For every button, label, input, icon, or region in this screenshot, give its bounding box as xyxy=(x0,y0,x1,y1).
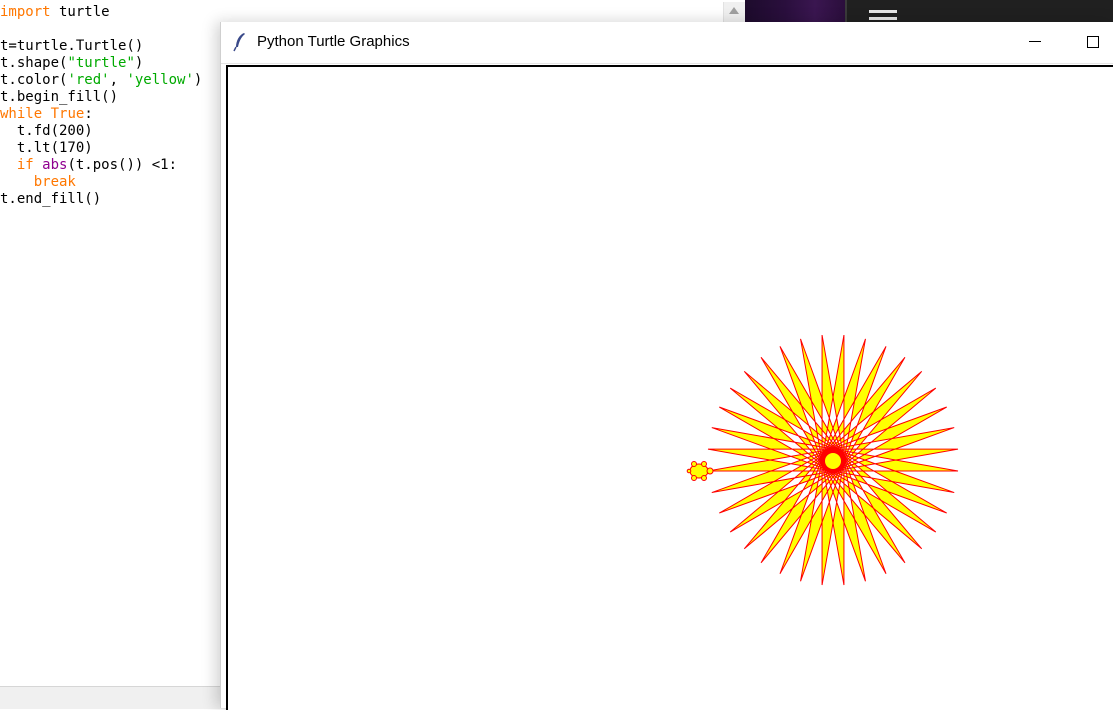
scroll-up-icon[interactable] xyxy=(729,7,739,14)
turtle-cursor-icon xyxy=(686,461,714,481)
code-line: while True: xyxy=(0,106,93,122)
background-window xyxy=(845,0,1113,22)
title-bar[interactable]: Python Turtle Graphics xyxy=(221,22,1113,64)
desktop-background xyxy=(745,0,845,22)
maximize-icon xyxy=(1087,36,1099,48)
code-line: t.color('red', 'yellow') xyxy=(0,72,203,88)
turtle-graphics-window: Python Turtle Graphics xyxy=(220,22,1113,710)
code-line: if abs(t.pos()) <1: xyxy=(16,157,178,173)
code-line: import turtle xyxy=(0,4,110,20)
maximize-button[interactable] xyxy=(1079,22,1107,62)
star-center-fill xyxy=(825,453,841,469)
code-line: t.begin_fill() xyxy=(0,89,119,105)
minimize-button[interactable] xyxy=(1021,22,1049,62)
feather-icon xyxy=(233,33,245,52)
code-line: break xyxy=(33,174,76,190)
code-line: t.fd(200) xyxy=(0,123,93,139)
code-line: t.shape("turtle") xyxy=(0,55,144,71)
turtle-canvas[interactable] xyxy=(226,65,1113,710)
code-line: t.end_fill() xyxy=(0,191,102,207)
code-line: t=turtle.Turtle() xyxy=(0,38,144,54)
minimize-icon xyxy=(1029,41,1041,42)
code-editor[interactable]: import turtle t=turtle.Turtle() t.shape(… xyxy=(0,4,202,208)
turtle-drawing xyxy=(686,334,959,586)
hamburger-menu-icon[interactable] xyxy=(869,10,897,22)
code-line: t.lt(170) xyxy=(0,140,93,156)
window-title: Python Turtle Graphics xyxy=(257,33,410,50)
